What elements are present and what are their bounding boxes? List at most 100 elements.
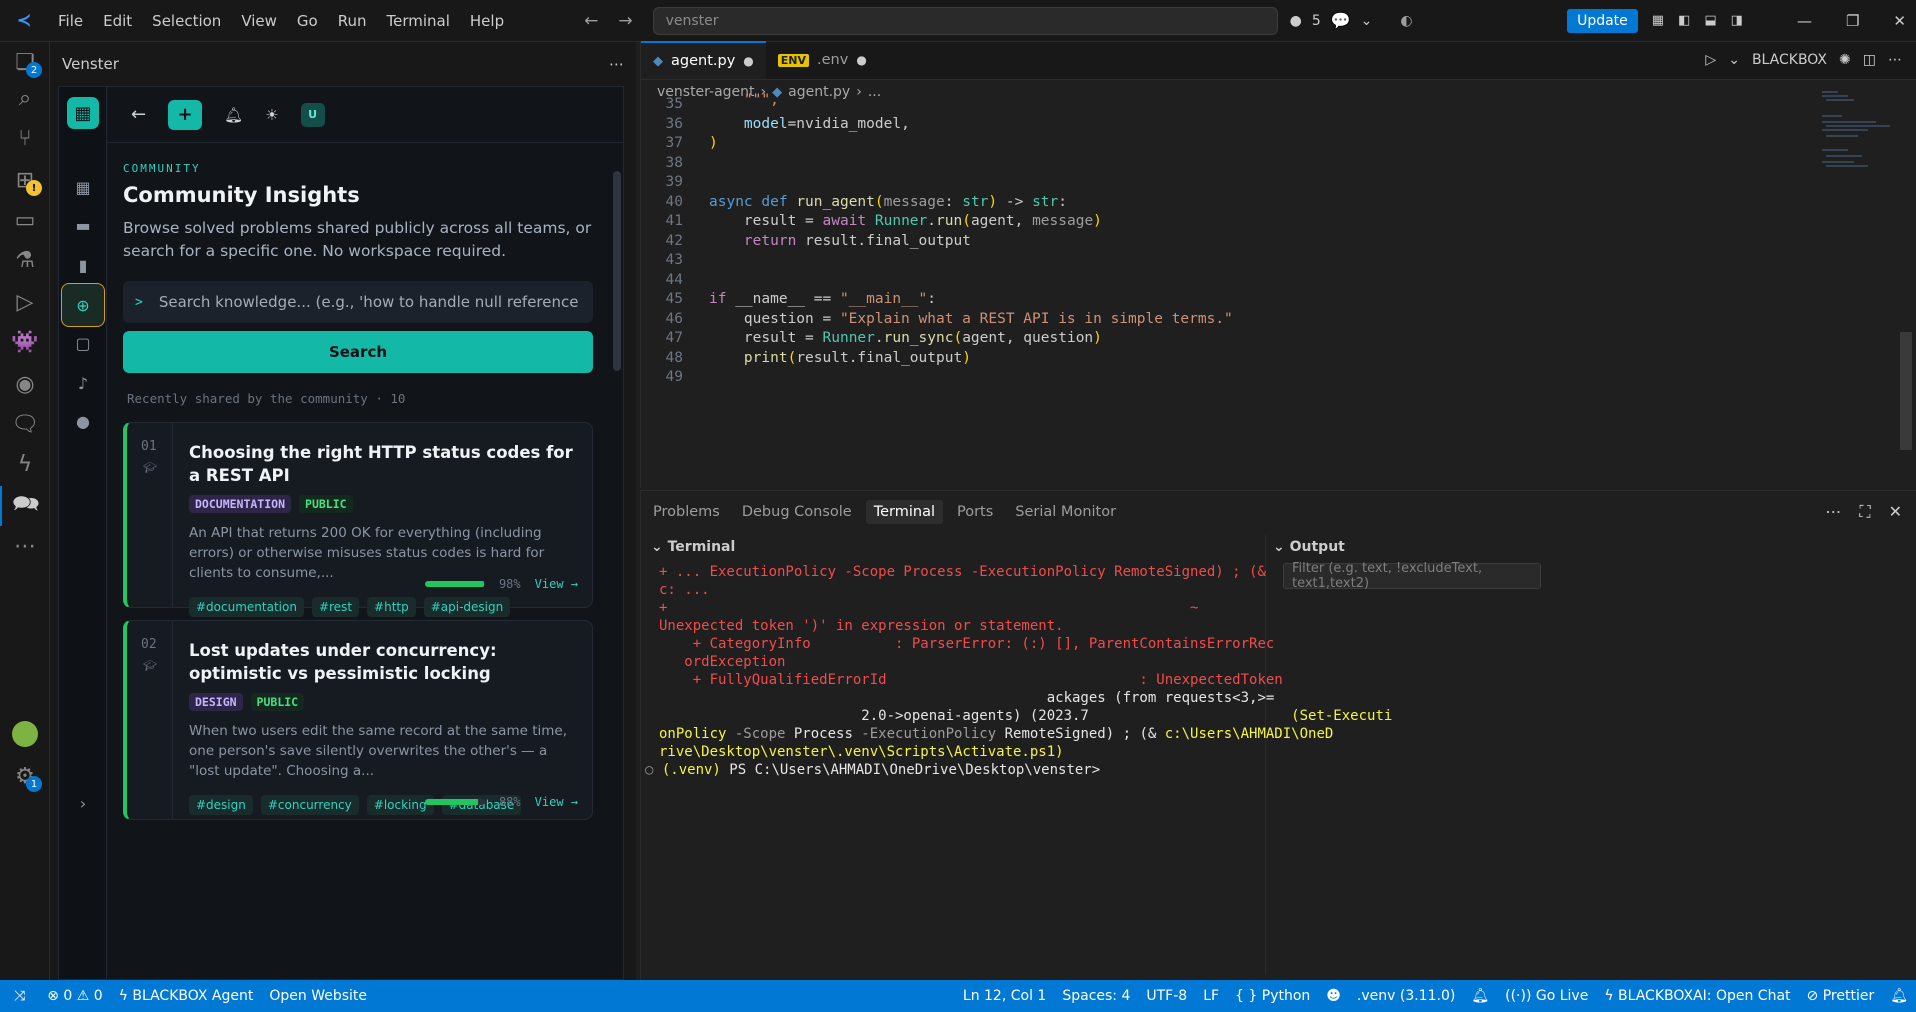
view-link[interactable]: View → — [535, 577, 578, 591]
tag[interactable]: #locking — [366, 795, 434, 815]
tag[interactable]: #http — [367, 597, 416, 617]
problems-status[interactable]: ⊗ 0 ⚠ 0 — [39, 988, 110, 1004]
tab-terminal[interactable]: Terminal — [865, 500, 943, 524]
settings-gear-icon[interactable]: ⚙ 1 — [0, 756, 50, 796]
editor-more-icon[interactable]: ⋯ — [1888, 52, 1902, 68]
blackbox-agent-status[interactable]: ϟ BLACKBOX Agent — [111, 988, 262, 1004]
close-window-icon[interactable]: ✕ — [1893, 12, 1906, 30]
blackbox-chat-status[interactable]: ϟ BLACKBOXAI: Open Chat — [1596, 988, 1798, 1004]
indentation-status[interactable]: Spaces: 4 — [1054, 988, 1138, 1004]
github-icon[interactable]: ◉ — [0, 364, 50, 404]
chat-sparkle-icon[interactable]: 🗨 — [0, 404, 50, 444]
tab-agent-py[interactable]: ◆ agent.py ● — [641, 41, 766, 79]
back-arrow-icon[interactable]: ← — [131, 104, 146, 125]
run-icon[interactable]: ▷ — [1705, 52, 1716, 68]
webview-scrollbar[interactable] — [613, 153, 621, 979]
account-avatar-icon[interactable] — [0, 714, 50, 754]
chevron-down-icon[interactable]: ⌄ — [1361, 13, 1373, 29]
eol-status[interactable]: LF — [1195, 988, 1227, 1004]
tag[interactable]: #rest — [311, 597, 360, 617]
remote-indicator-icon[interactable]: ⤨ — [0, 988, 39, 1004]
tag[interactable]: #documentation — [189, 597, 304, 617]
blackbox-label[interactable]: BLACKBOX — [1752, 52, 1827, 68]
minimize-icon[interactable]: — — [1797, 12, 1812, 30]
go-live-status[interactable]: ((·)) Go Live — [1497, 988, 1596, 1004]
menu-run[interactable]: Run — [328, 12, 377, 30]
encoding-status[interactable]: UTF-8 — [1138, 988, 1195, 1004]
minimap[interactable] — [1818, 86, 1898, 206]
language-status[interactable]: { } Python — [1227, 988, 1318, 1004]
menu-go[interactable]: Go — [287, 12, 328, 30]
panel-divider[interactable] — [1265, 535, 1266, 975]
interpreter-status[interactable]: .venv (3.11.0) — [1349, 988, 1463, 1004]
prettier-status[interactable]: ⊘ Prettier — [1799, 988, 1883, 1004]
customize-layout-icon[interactable]: ▦ — [1652, 13, 1664, 28]
expand-rail-icon[interactable]: › — [67, 787, 99, 819]
toggle-panel-icon[interactable]: ⬓ — [1704, 13, 1716, 28]
unsaved-dot-icon[interactable]: ● — [743, 54, 753, 68]
search-icon[interactable]: ⌕ — [0, 78, 50, 118]
toggle-secondary-sidebar-icon[interactable]: ◨ — [1731, 13, 1743, 28]
dashboard-icon[interactable]: ▦ — [67, 171, 99, 203]
insight-card[interactable]: 02 🎓︎ Lost updates under concurrency: op… — [123, 620, 593, 820]
accounts-bell-icon[interactable]: 🔔︎ — [1882, 988, 1916, 1004]
unsaved-dot-icon[interactable]: ● — [856, 53, 866, 67]
lightning-icon[interactable]: ϟ — [0, 444, 50, 484]
chat-icon[interactable]: 💬 — [1331, 11, 1351, 30]
book-icon[interactable]: ▮ — [67, 249, 99, 281]
update-button[interactable]: Update — [1567, 8, 1638, 33]
view-link[interactable]: View → — [535, 795, 578, 809]
openai-icon[interactable]: ✺ — [1839, 52, 1851, 68]
cursor-position[interactable]: Ln 12, Col 1 — [955, 988, 1054, 1004]
theme-sun-icon[interactable]: ☀ — [265, 106, 278, 124]
run-debug-icon[interactable]: ▷ — [0, 282, 50, 322]
chevron-down-icon[interactable]: ⌄ — [1728, 52, 1740, 68]
tag[interactable]: #concurrency — [260, 795, 359, 815]
menu-edit[interactable]: Edit — [93, 12, 142, 30]
maximize-panel-icon[interactable]: ⛶ — [1859, 502, 1870, 522]
close-panel-icon[interactable]: ✕ — [1889, 502, 1902, 522]
user-avatar[interactable]: U — [300, 102, 325, 127]
command-center-search[interactable]: venster — [652, 6, 1278, 35]
copilot-status-icon[interactable]: ☻ — [1318, 988, 1349, 1004]
new-item-button[interactable]: + — [168, 99, 203, 130]
menu-help[interactable]: Help — [460, 12, 514, 30]
output-filter-input[interactable]: Filter (e.g. text, !excludeText, text1,t… — [1283, 561, 1541, 591]
explorer-icon[interactable]: ❏ 2 — [0, 42, 50, 82]
open-website-status[interactable]: Open Website — [261, 988, 375, 1004]
split-editor-icon[interactable]: ◫ — [1863, 52, 1876, 68]
profile-icon[interactable]: ● — [67, 405, 99, 437]
remote-explorer-icon[interactable]: ▭ — [0, 200, 50, 240]
changes-dot-icon[interactable]: ● — [1290, 13, 1302, 29]
testing-icon[interactable]: ⚗ — [0, 240, 50, 280]
back-arrow-icon[interactable]: ← — [584, 11, 598, 31]
terminal-output[interactable]: + ... ExecutionPolicy -Scope Process -Ex… — [645, 563, 1392, 779]
bell-icon[interactable]: 🔔︎ — [224, 106, 243, 124]
tag[interactable]: #design — [189, 795, 253, 815]
tag[interactable]: #api-design — [423, 597, 511, 617]
tab-env[interactable]: ENV .env ● — [766, 41, 879, 79]
folder-icon[interactable]: ▬ — [67, 209, 99, 241]
notifications-bell-icon[interactable]: 🔔︎ — [1463, 988, 1497, 1004]
venster-chat-icon[interactable]: 🗪 — [0, 486, 50, 526]
search-button[interactable]: Search — [123, 331, 593, 373]
tab-serial-monitor[interactable]: Serial Monitor — [1007, 500, 1124, 524]
menu-selection[interactable]: Selection — [142, 12, 231, 30]
insight-card[interactable]: 01 🎓︎ Choosing the right HTTP status cod… — [123, 422, 593, 617]
breadcrumb-symbol[interactable]: ... — [868, 84, 881, 100]
restore-icon[interactable]: ❐ — [1846, 12, 1859, 30]
messages-icon[interactable]: ▢ — [67, 327, 99, 359]
tab-debug-console[interactable]: Debug Console — [734, 500, 860, 524]
menu-view[interactable]: View — [231, 12, 287, 30]
tab-ports[interactable]: Ports — [949, 500, 1001, 524]
output-section-header[interactable]: ⌄ Output — [1273, 539, 1345, 555]
terminal-section-header[interactable]: ⌄ Terminal — [651, 539, 735, 555]
community-globe-icon[interactable]: ⊕ — [61, 283, 105, 327]
alien-extension-icon[interactable]: 👾 — [0, 322, 50, 362]
code-editor[interactable]: 35 36 37 38 39 40 41 42 43 44 45 46 47 4… — [641, 92, 1916, 490]
menu-file[interactable]: File — [48, 12, 93, 30]
knowledge-search-input[interactable] — [158, 293, 579, 311]
notifications-icon[interactable]: ♪ — [67, 367, 99, 399]
extensions-icon[interactable]: ⊞! — [0, 160, 50, 200]
forward-arrow-icon[interactable]: → — [618, 11, 632, 31]
